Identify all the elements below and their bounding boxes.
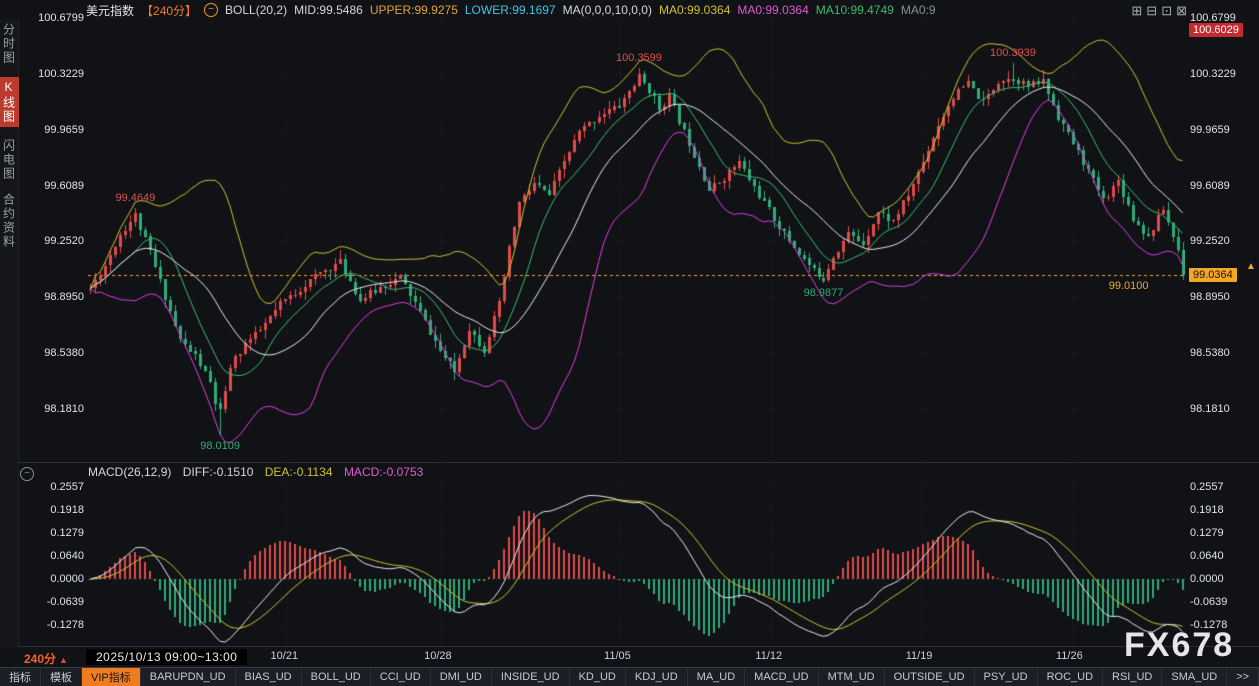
macd-axis-label: 0.0640 <box>26 550 84 562</box>
price-annotation: 100.3599 <box>613 52 665 64</box>
toolbar-tab-11[interactable]: KDJ_UD <box>626 668 688 686</box>
toolbar-tab-14[interactable]: MTM_UD <box>819 668 885 686</box>
bar-time-range[interactable]: 2025/10/13 09:00~13:00 <box>86 649 247 665</box>
macd-axis-label: 0.1918 <box>26 504 84 516</box>
panel-divider <box>18 462 1259 463</box>
x-axis-label: 11/26 <box>1056 650 1083 662</box>
toolbar-tab-7[interactable]: CCI_UD <box>371 668 431 686</box>
indicator-toolbar: 指标模板VIP指标BARUPDN_UDBIAS_UDBOLL_UDCCI_UDD… <box>0 667 1259 686</box>
y-axis-label: 100.3229 <box>26 68 84 80</box>
price-annotation: 99.4649 <box>109 192 161 204</box>
toolbar-tab-18[interactable]: RSI_UD <box>1103 668 1162 686</box>
price-annotation: 98.0109 <box>194 440 246 452</box>
macd-label: MACD(26,12,9) <box>88 465 171 479</box>
y-axis-label: 100.6799 <box>26 12 84 24</box>
toolbar-tab-8[interactable]: DMI_UD <box>431 668 492 686</box>
toolbar-tab-10[interactable]: KD_UD <box>570 668 626 686</box>
macd-axis-label: 0.0640 <box>1190 550 1224 562</box>
sidebar-tab-4[interactable]: 合约资料 <box>1 193 18 249</box>
macd-axis-label: 0.2557 <box>26 481 84 493</box>
price-up-arrow-icon <box>1246 261 1256 272</box>
price-annotation: 100.3939 <box>987 47 1039 59</box>
y-axis-label: 98.8950 <box>26 291 84 303</box>
macd-dea-value: DEA:-0.1134 <box>265 465 333 479</box>
toolbar-tab-6[interactable]: BOLL_UD <box>302 668 371 686</box>
y-axis-label: 100.3229 <box>1190 68 1236 80</box>
x-axis-label: 11/12 <box>755 650 782 662</box>
collapse-macd-panel-icon[interactable] <box>20 467 34 481</box>
y-axis-label: 98.1810 <box>26 403 84 415</box>
macd-diff-value: DIFF:-0.1510 <box>183 465 254 479</box>
toolbar-tab-17[interactable]: ROC_UD <box>1038 668 1103 686</box>
macd-axis-label: 0.2557 <box>1190 481 1224 493</box>
toolbar-tab-15[interactable]: OUTSIDE_UD <box>885 668 975 686</box>
y-axis-label: 99.2520 <box>1190 235 1230 247</box>
macd-axis-label: 0.0000 <box>1190 573 1224 585</box>
panel-divider <box>18 646 1259 647</box>
toolbar-tab-16[interactable]: PSY_UD <box>975 668 1038 686</box>
current-price-badge: 99.0364 <box>1189 268 1237 282</box>
y-axis-label: 99.6089 <box>1190 180 1230 192</box>
y-axis-label: 99.2520 <box>26 235 84 247</box>
timeframe-label: 240分 <box>24 650 68 667</box>
macd-axis-label: 0.1918 <box>1190 504 1224 516</box>
toolbar-tab-5[interactable]: BIAS_UD <box>236 668 302 686</box>
macd-axis-label: 0.1279 <box>26 527 84 539</box>
toolbar-tab-13[interactable]: MACD_UD <box>745 668 818 686</box>
sidebar-tab-2[interactable]: K线图 <box>0 77 19 127</box>
y-axis-label: 99.9659 <box>26 124 84 136</box>
price-annotation: 98.9877 <box>797 287 849 299</box>
y-axis-label: 98.8950 <box>1190 291 1230 303</box>
watermark: FX678 <box>1124 626 1234 665</box>
toolbar-tab-12[interactable]: MA_UD <box>688 668 746 686</box>
macd-chart[interactable] <box>88 482 1185 646</box>
macd-axis-label: -0.0639 <box>1190 596 1227 608</box>
x-axis-label: 11/05 <box>604 650 631 662</box>
macd-axis-label: -0.1278 <box>26 619 84 631</box>
macd-legend: MACD(26,12,9) DIFF:-0.1510 DEA:-0.1134 M… <box>88 465 431 479</box>
y-axis-label: 98.1810 <box>1190 403 1230 415</box>
toolbar-tab-20[interactable]: >> <box>1227 668 1259 686</box>
y-axis-label: 98.5380 <box>26 347 84 359</box>
toolbar-tab-3[interactable]: VIP指标 <box>82 668 141 686</box>
price-annotation: 99.0100 <box>1093 280 1149 292</box>
sidebar-tab-3[interactable]: 闪电图 <box>1 139 18 181</box>
macd-macd-value: MACD:-0.0753 <box>344 465 423 479</box>
y-axis-label: 98.5380 <box>1190 347 1230 359</box>
macd-axis-label: 0.0000 <box>26 573 84 585</box>
toolbar-tab-9[interactable]: INSIDE_UD <box>492 668 570 686</box>
x-axis-label: 11/19 <box>906 650 933 662</box>
y-axis-label: 100.6799 <box>1190 12 1236 24</box>
y-axis-label: 99.6089 <box>26 180 84 192</box>
toolbar-tab-2[interactable]: 模板 <box>41 668 82 686</box>
session-high-badge: 100.6029 <box>1189 23 1243 37</box>
trading-app-window: 美元指数 【240分】 BOLL(20,2) MID:99.5486 UPPER… <box>0 0 1259 685</box>
main-price-chart[interactable] <box>88 12 1185 464</box>
chart-type-sidebar: 分时图 K线图闪电图合约资料 <box>0 19 19 647</box>
y-axis-label: 99.9659 <box>1190 124 1230 136</box>
macd-axis-label: -0.0639 <box>26 596 84 608</box>
macd-axis-label: 0.1279 <box>1190 527 1224 539</box>
sidebar-tab-1[interactable]: 分时图 <box>1 23 18 65</box>
toolbar-tab-19[interactable]: SMA_UD <box>1162 668 1227 686</box>
x-axis-label: 10/21 <box>271 650 299 662</box>
toolbar-tab-4[interactable]: BARUPDN_UD <box>141 668 236 686</box>
toolbar-tab-1[interactable]: 指标 <box>0 668 41 686</box>
timeframe-up-arrow-icon <box>59 655 68 665</box>
x-axis-label: 10/28 <box>424 650 452 662</box>
